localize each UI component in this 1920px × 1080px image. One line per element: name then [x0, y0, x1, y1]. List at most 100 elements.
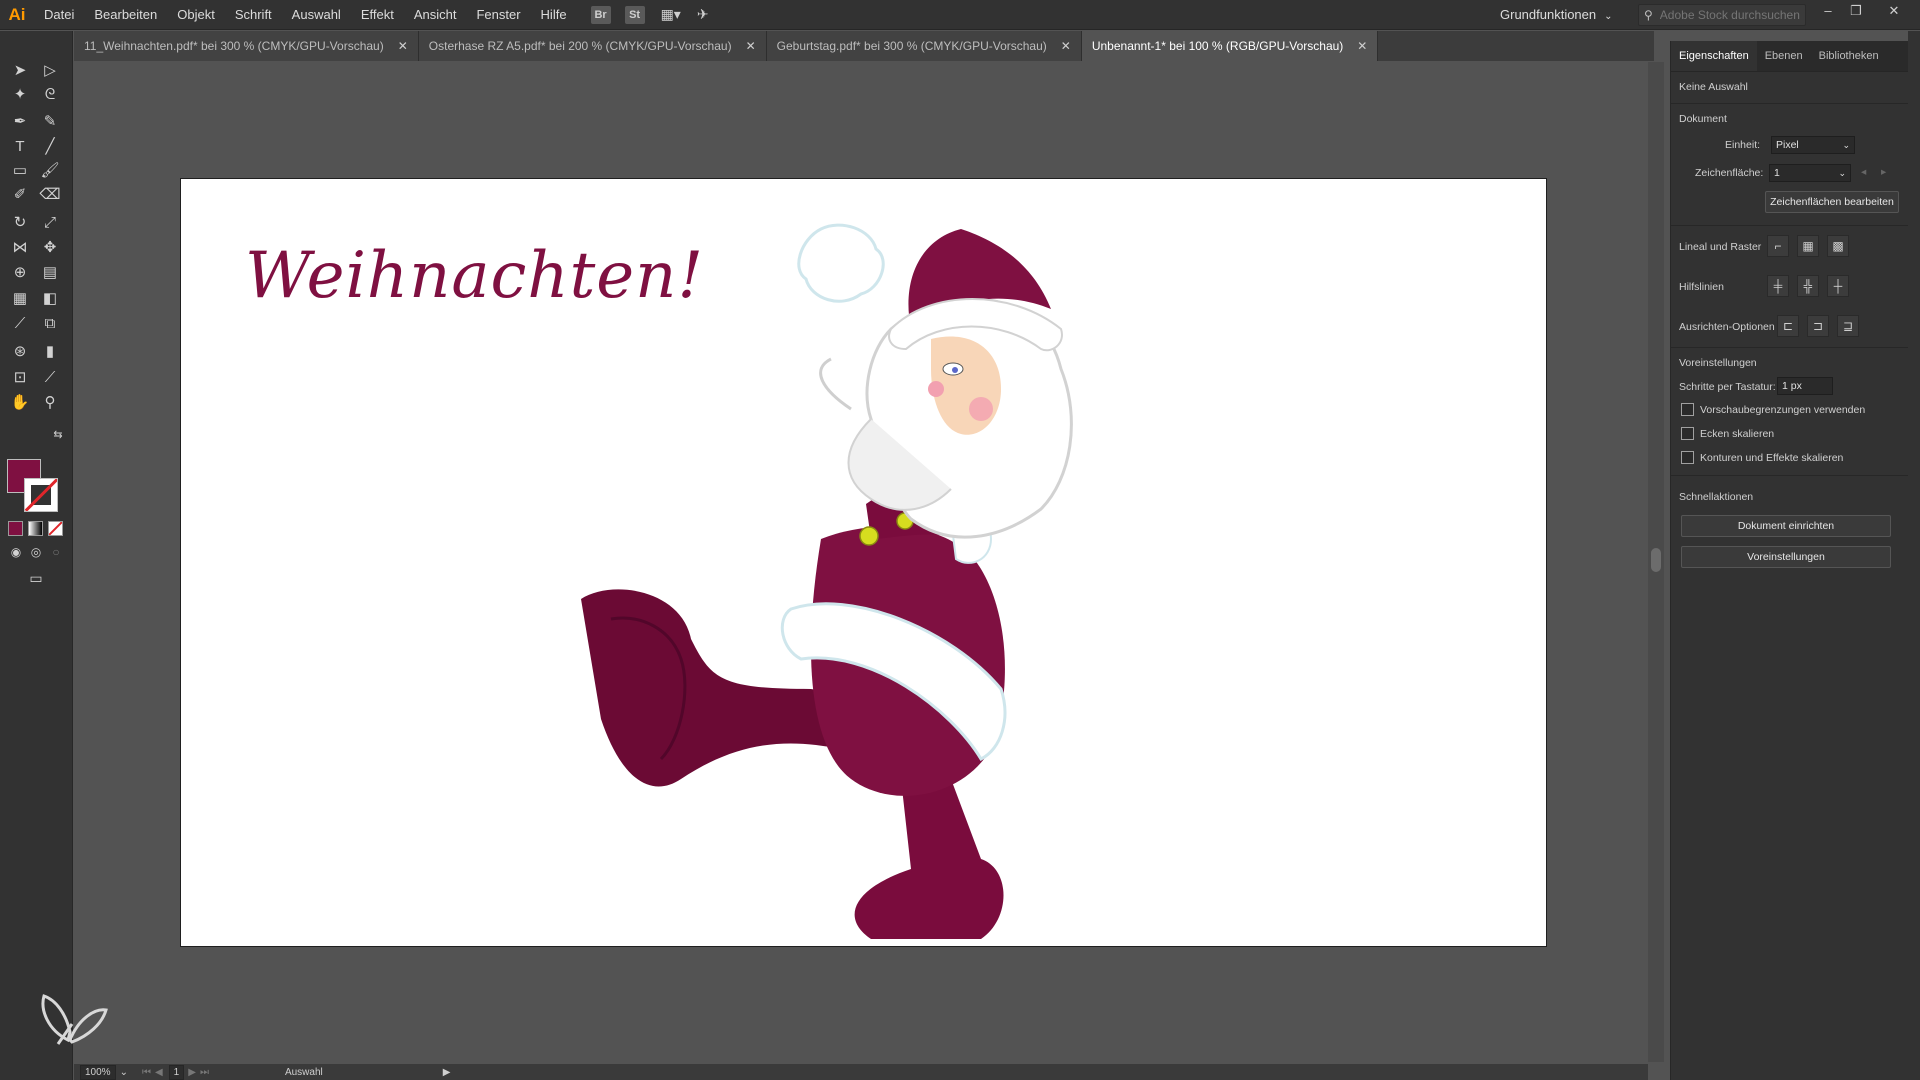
rulers-icon[interactable]: ⌐ — [1767, 235, 1789, 257]
lock-guides-icon[interactable]: ┼ — [1827, 275, 1849, 297]
last-artboard-icon[interactable]: ⏭ — [200, 1067, 209, 1078]
curvature-tool-icon[interactable]: ✎ — [38, 110, 62, 132]
check-scale-corners[interactable]: Ecken skalieren — [1681, 427, 1774, 440]
status-mode[interactable]: Auswahl — [285, 1067, 323, 1078]
menu-fenster[interactable]: Fenster — [466, 0, 530, 29]
align-to-key-object-icon[interactable]: ⊐ — [1807, 315, 1829, 337]
close-window-icon[interactable]: ✕ — [1881, 0, 1907, 22]
artboard[interactable]: Weihnachten! — [180, 178, 1547, 947]
prev-artboard-icon[interactable]: ◂ — [1861, 166, 1866, 178]
tab-bibliotheken[interactable]: Bibliotheken — [1811, 41, 1887, 71]
zoom-level-field[interactable]: 100% — [80, 1064, 116, 1080]
unit-select[interactable]: Pixel ⌄ — [1771, 136, 1855, 154]
tab-ebenen[interactable]: Ebenen — [1757, 41, 1811, 71]
close-tab-icon[interactable]: ✕ — [1061, 39, 1071, 53]
paintbrush-tool-icon[interactable]: 🖌 — [38, 159, 62, 181]
transparency-grid-icon[interactable]: ▩ — [1827, 235, 1849, 257]
guides-icon[interactable]: ╪ — [1767, 275, 1789, 297]
width-tool-icon[interactable]: ⋈ — [8, 236, 32, 258]
none-mode-button[interactable] — [48, 521, 63, 536]
next-artboard-icon[interactable]: ▸ — [1881, 166, 1886, 178]
menu-ansicht[interactable]: Ansicht — [404, 0, 467, 29]
lasso-tool-icon[interactable]: ᘓ — [38, 83, 62, 105]
tab-unbenannt-1[interactable]: Unbenannt-1* bei 100 % (RGB/GPU-Vorschau… — [1081, 31, 1379, 61]
tab-geburtstag[interactable]: Geburtstag.pdf* bei 300 % (CMYK/GPU-Vors… — [766, 31, 1082, 61]
rotate-tool-icon[interactable]: ↻ — [8, 211, 32, 233]
eraser-tool-icon[interactable]: ⌫ — [38, 183, 62, 205]
status-arrow-icon[interactable]: ▶ — [443, 1067, 451, 1078]
screen-mode-icon[interactable]: ▭ — [24, 567, 48, 589]
edit-artboards-button[interactable]: Zeichenflächen bearbeiten — [1765, 191, 1899, 213]
chevron-down-icon[interactable]: ⌄ — [120, 1067, 128, 1078]
preferences-button[interactable]: Voreinstellungen — [1681, 546, 1891, 568]
perspective-grid-tool-icon[interactable]: ▤ — [38, 261, 62, 283]
close-tab-icon[interactable]: ✕ — [746, 39, 756, 53]
menu-objekt[interactable]: Objekt — [167, 0, 225, 29]
checkbox[interactable] — [1681, 403, 1694, 416]
tab-eigenschaften[interactable]: Eigenschaften — [1671, 41, 1757, 71]
color-mode-button[interactable] — [8, 521, 23, 536]
artboard-select[interactable]: 1 ⌄ — [1769, 164, 1851, 182]
scrollbar-thumb[interactable] — [1651, 548, 1661, 572]
close-tab-icon[interactable]: ✕ — [398, 39, 408, 53]
checkbox[interactable] — [1681, 451, 1694, 464]
restore-icon[interactable]: ❐ — [1843, 0, 1869, 22]
menu-bearbeiten[interactable]: Bearbeiten — [84, 0, 167, 29]
menu-hilfe[interactable]: Hilfe — [531, 0, 577, 29]
menu-datei[interactable]: Datei — [34, 0, 84, 29]
bridge-button[interactable]: Br — [590, 5, 611, 24]
rectangle-tool-icon[interactable]: ▭ — [8, 159, 32, 181]
type-tool-icon[interactable]: T — [8, 135, 32, 157]
menu-effekt[interactable]: Effekt — [351, 0, 404, 29]
magic-wand-tool-icon[interactable]: ✦ — [8, 83, 32, 105]
check-preview-bounds[interactable]: Vorschaubegrenzungen verwenden — [1681, 403, 1865, 416]
gradient-tool-icon[interactable]: ◧ — [38, 287, 62, 309]
puppet-warp-tool-icon[interactable]: ✥ — [38, 236, 62, 258]
align-to-selection-icon[interactable]: ⊏ — [1777, 315, 1799, 337]
stock-button[interactable]: St — [624, 5, 645, 24]
prev-artboard-icon[interactable]: ◀ — [155, 1067, 163, 1078]
workspace-switcher[interactable]: Grundfunktionen ⌄ — [1500, 0, 1613, 29]
swap-colors-icon[interactable]: ⇆ — [46, 423, 70, 445]
blend-tool-icon[interactable]: ⧉ — [38, 312, 62, 334]
slice-tool-icon[interactable]: ⟋ — [38, 366, 62, 388]
minimize-icon[interactable]: – — [1815, 0, 1841, 22]
tab-weihnachten[interactable]: 11_Weihnachten.pdf* bei 300 % (CMYK/GPU-… — [74, 31, 419, 61]
gradient-mode-button[interactable] — [28, 521, 43, 536]
mesh-tool-icon[interactable]: ▦ — [8, 287, 32, 309]
artboard-tool-icon[interactable]: ⊡ — [8, 366, 32, 388]
menu-auswahl[interactable]: Auswahl — [282, 0, 351, 29]
first-artboard-icon[interactable]: ⏮ — [142, 1067, 151, 1078]
shaper-tool-icon[interactable]: ✐ — [8, 183, 32, 205]
arrange-documents-icon[interactable]: ▦▾ — [661, 6, 681, 23]
grid-icon[interactable]: ▦ — [1797, 235, 1819, 257]
keyboard-increment-input[interactable]: 1 px — [1777, 377, 1833, 395]
santa-illustration[interactable] — [571, 219, 1151, 939]
hand-tool-icon[interactable]: ✋ — [8, 391, 32, 413]
checkbox[interactable] — [1681, 427, 1694, 440]
artboard-number-field[interactable]: 1 — [168, 1064, 185, 1080]
zoom-tool-icon[interactable]: ⚲ — [38, 391, 62, 413]
shape-builder-tool-icon[interactable]: ⊕ — [8, 261, 32, 283]
scale-tool-icon[interactable]: ⤢ — [38, 211, 62, 233]
line-tool-icon[interactable]: ╱ — [38, 135, 62, 157]
gpu-rocket-icon[interactable]: ✈ — [697, 6, 709, 23]
direct-selection-tool-icon[interactable]: ▷ — [38, 59, 62, 81]
smart-guides-icon[interactable]: ╬ — [1797, 275, 1819, 297]
selection-tool-icon[interactable]: ➤ — [8, 59, 32, 81]
stock-search-input[interactable] — [1657, 7, 1802, 23]
check-scale-strokes[interactable]: Konturen und Effekte skalieren — [1681, 451, 1843, 464]
align-to-artboard-icon[interactable]: ⊒ — [1837, 315, 1859, 337]
vertical-scrollbar[interactable] — [1648, 62, 1664, 1062]
symbol-sprayer-tool-icon[interactable]: ⊛ — [8, 340, 32, 362]
graph-tool-icon[interactable]: ▮ — [38, 340, 62, 362]
document-setup-button[interactable]: Dokument einrichten — [1681, 515, 1891, 537]
close-tab-icon[interactable]: ✕ — [1357, 39, 1367, 53]
draw-inside-icon[interactable]: ○ — [44, 541, 68, 563]
next-artboard-icon[interactable]: ▶ — [188, 1067, 196, 1078]
stroke-color-swatch[interactable] — [24, 478, 58, 512]
menu-schrift[interactable]: Schrift — [225, 0, 282, 29]
eyedropper-tool-icon[interactable]: ⟋ — [8, 312, 32, 334]
pen-tool-icon[interactable]: ✒ — [8, 110, 32, 132]
tab-osterhase[interactable]: Osterhase RZ A5.pdf* bei 200 % (CMYK/GPU… — [418, 31, 767, 61]
